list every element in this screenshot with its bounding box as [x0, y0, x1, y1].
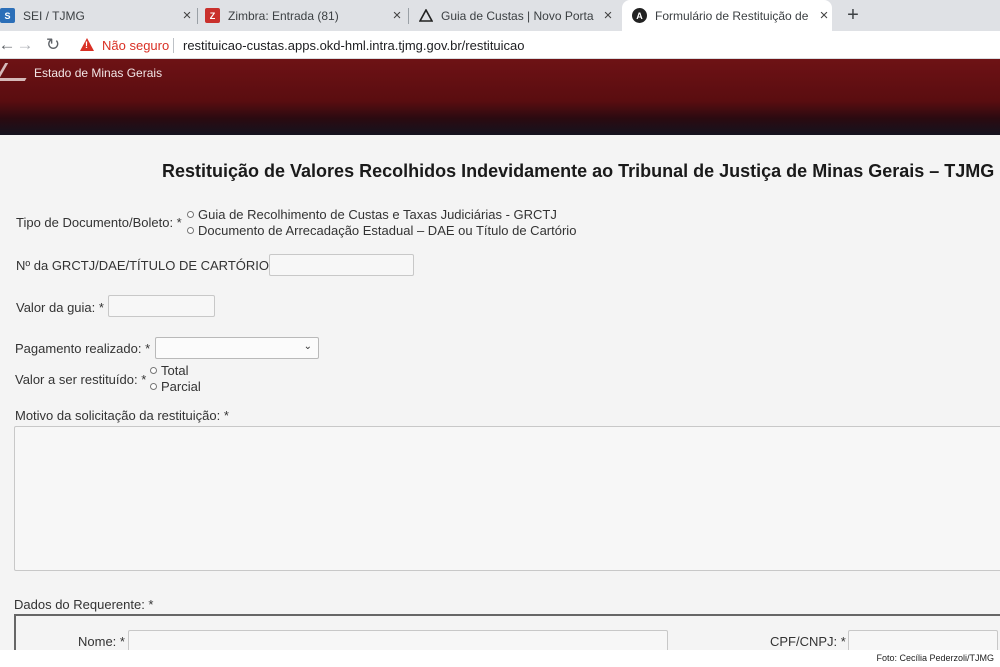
radio-label: Parcial [161, 379, 201, 394]
radio-button[interactable] [150, 367, 157, 374]
radio-total[interactable]: Total [150, 363, 188, 378]
tipo-documento-label: Tipo de Documento/Boleto: * [16, 215, 182, 230]
close-tab-icon[interactable]: × [816, 7, 832, 24]
header-org-name: Estado de Minas Gerais [34, 66, 163, 80]
warning-icon[interactable]: ! [80, 38, 94, 51]
close-tab-icon[interactable]: × [600, 7, 616, 24]
tab-separator [197, 8, 198, 24]
chevron-down-icon: ⌄ [303, 341, 312, 352]
photo-credit: Foto: Cecília Pederzoli/TJMG [876, 653, 994, 663]
nome-label: Nome: * [78, 634, 125, 649]
valor-restituido-label: Valor a ser restituído: * [15, 372, 147, 387]
browser-tab-strip: S SEI / TJMG × Z Zimbra: Entrada (81) × … [0, 0, 1000, 31]
new-tab-button[interactable]: + [842, 3, 864, 27]
radio-label: Total [161, 363, 189, 378]
tab-sei[interactable]: S SEI / TJMG × [0, 0, 195, 31]
close-tab-icon[interactable]: × [179, 7, 195, 24]
numero-guia-input[interactable] [269, 254, 414, 276]
photo-border [0, 650, 1000, 667]
tab-title: Guia de Custas | Novo Portal TJMG [441, 8, 594, 23]
portal-triangle-icon [418, 8, 433, 23]
tab-separator [408, 8, 409, 24]
browser-toolbar: ← → ↻ ! Não seguro restituicao-custas.ap… [0, 31, 1000, 59]
radio-dae[interactable]: Documento de Arrecadação Estadual – DAE … [187, 223, 576, 238]
nome-input[interactable] [128, 630, 668, 652]
valor-guia-input[interactable] [108, 295, 215, 317]
radio-button[interactable] [150, 383, 157, 390]
tab-zimbra[interactable]: Z Zimbra: Entrada (81) × [205, 0, 405, 31]
numero-guia-label: Nº da GRCTJ/DAE/TÍTULO DE CARTÓRIO: * [16, 258, 282, 273]
dados-requerente-label: Dados do Requerente: * [14, 597, 154, 612]
forward-arrow-icon[interactable]: → [14, 34, 36, 56]
sei-favicon-icon: S [0, 8, 15, 23]
tab-guia-custas[interactable]: Guia de Custas | Novo Portal TJMG × [418, 0, 616, 31]
radio-label: Documento de Arrecadação Estadual – DAE … [198, 223, 577, 238]
valor-guia-label: Valor da guia: * [16, 300, 104, 315]
radio-parcial[interactable]: Parcial [150, 379, 201, 394]
address-separator [173, 38, 174, 53]
motivo-textarea[interactable] [14, 426, 1000, 571]
tab-title: Zimbra: Entrada (81) [228, 8, 339, 23]
cpf-cnpj-input[interactable] [848, 630, 998, 652]
motivo-label: Motivo da solicitação da restituição: * [15, 408, 229, 423]
zimbra-favicon-icon: Z [205, 8, 220, 23]
pagamento-realizado-select[interactable]: ⌄ [155, 337, 319, 359]
cpf-cnpj-label: CPF/CNPJ: * [770, 634, 846, 649]
reload-icon[interactable]: ↻ [42, 34, 64, 56]
radio-button[interactable] [187, 227, 194, 234]
page-title: Restituição de Valores Recolhidos Indevi… [162, 161, 995, 181]
tab-title: SEI / TJMG [23, 8, 85, 23]
address-bar[interactable]: restituicao-custas.apps.okd-hml.intra.tj… [183, 38, 525, 53]
pagamento-realizado-label: Pagamento realizado: * [15, 341, 151, 356]
close-tab-icon[interactable]: × [389, 7, 405, 24]
radio-label: Guia de Recolhimento de Custas e Taxas J… [198, 207, 557, 222]
tab-formulario-restituicao[interactable]: A Formulário de Restituição de Custas × [622, 0, 832, 31]
radio-button[interactable] [187, 211, 194, 218]
tab-title: Formulário de Restituição de Custas [655, 8, 810, 23]
not-secure-label[interactable]: Não seguro [102, 38, 169, 53]
site-header: Estado de Minas Gerais [0, 59, 1000, 135]
radio-grctj[interactable]: Guia de Recolhimento de Custas e Taxas J… [187, 207, 557, 222]
tjmg-logo-icon [0, 63, 36, 81]
restituicao-form: Restituição de Valores Recolhidos Indevi… [0, 135, 1000, 667]
angular-favicon-icon: A [632, 8, 647, 23]
